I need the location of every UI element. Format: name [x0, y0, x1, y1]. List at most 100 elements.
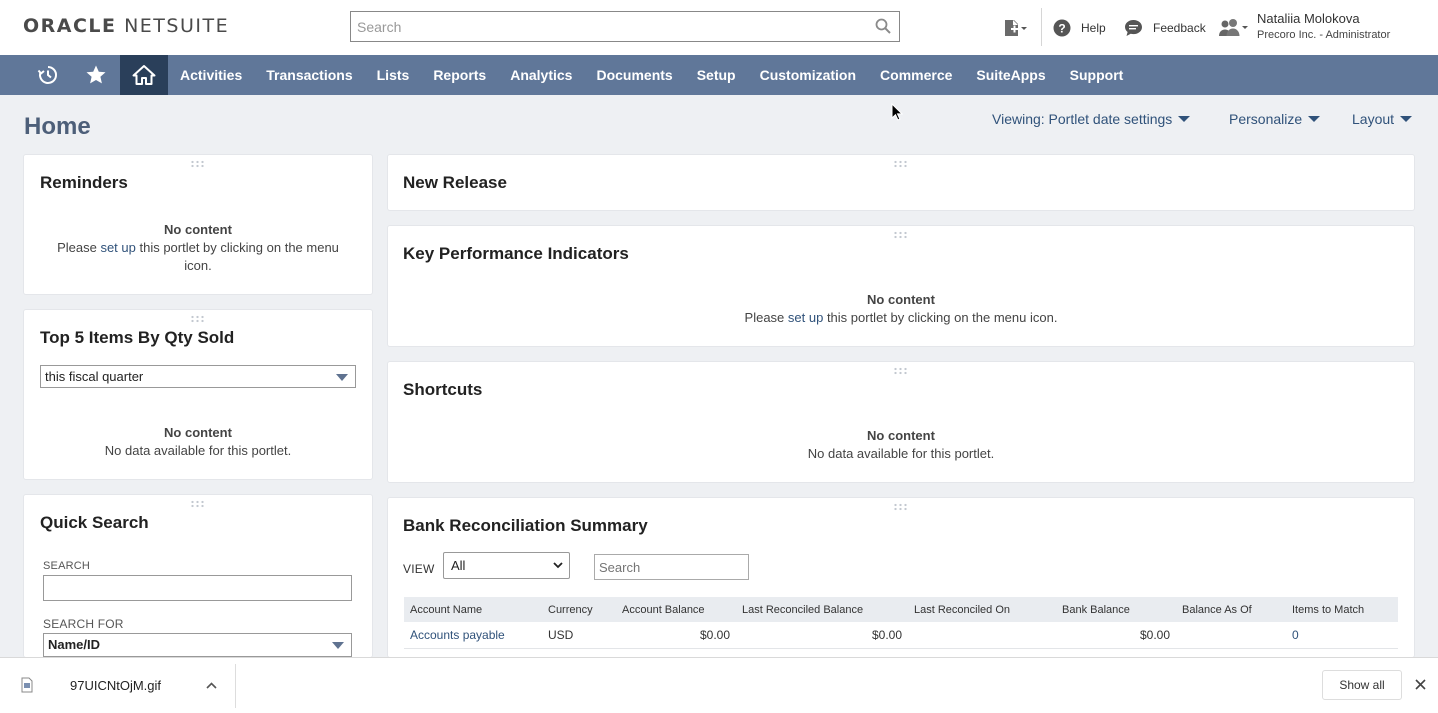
feedback-icon: [1125, 19, 1142, 36]
col-bank-balance[interactable]: Bank Balance: [1056, 597, 1176, 622]
chevron-down-icon: [1308, 116, 1321, 122]
reminders-portlet: Reminders No content Please set up this …: [24, 155, 372, 294]
nav-menu: Activities Transactions Lists Reports An…: [168, 55, 1135, 95]
shortcuts-portlet: Shortcuts No content No data available f…: [388, 362, 1414, 482]
recent-records-icon[interactable]: [24, 55, 72, 95]
items-to-match-link[interactable]: 0: [1292, 628, 1299, 642]
new-release-portlet: New Release: [388, 155, 1414, 210]
global-search-box[interactable]: [350, 11, 900, 42]
header-divider: [1041, 8, 1042, 46]
col-account-name[interactable]: Account Name: [404, 597, 542, 622]
layout-dropdown[interactable]: Layout: [1352, 111, 1413, 127]
nav-item-setup[interactable]: Setup: [685, 67, 748, 83]
bank-search-input[interactable]: [594, 554, 749, 580]
main-nav: Activities Transactions Lists Reports An…: [0, 55, 1438, 95]
nav-item-documents[interactable]: Documents: [584, 67, 684, 83]
nav-item-suiteapps[interactable]: SuiteApps: [964, 67, 1057, 83]
cell-currency: USD: [542, 622, 616, 649]
col-last-reconciled-balance[interactable]: Last Reconciled Balance: [736, 597, 908, 622]
portlet-title: Reminders: [40, 173, 128, 192]
period-select-value: this fiscal quarter: [45, 369, 144, 384]
viewing-label: Viewing: Portlet date settings: [992, 111, 1173, 127]
col-items-to-match[interactable]: Items to Match: [1286, 597, 1398, 622]
user-menu[interactable]: Nataliia Molokova Precoro Inc. - Adminis…: [1257, 11, 1390, 43]
netsuite-logo[interactable]: ORACLE NETSUITE: [23, 15, 229, 37]
bank-reconciliation-table: Account Name Currency Account Balance La…: [404, 597, 1398, 649]
view-select[interactable]: All: [443, 552, 570, 579]
nav-item-support[interactable]: Support: [1058, 67, 1136, 83]
drag-handle-icon[interactable]: [893, 160, 909, 168]
nav-item-activities[interactable]: Activities: [168, 67, 254, 83]
portlet-title: Key Performance Indicators: [403, 244, 629, 263]
page-title: Home: [24, 113, 91, 140]
viewing-dropdown[interactable]: Viewing: Portlet date settings: [992, 111, 1191, 127]
global-search-input[interactable]: [351, 12, 851, 41]
table-header-row: Account Name Currency Account Balance La…: [404, 597, 1398, 622]
col-last-reconciled-on[interactable]: Last Reconciled On: [908, 597, 1056, 622]
drag-handle-icon[interactable]: [893, 503, 909, 511]
help-link[interactable]: ? Help: [1053, 0, 1106, 55]
col-account-balance[interactable]: Account Balance: [616, 597, 736, 622]
feedback-label: Feedback: [1153, 20, 1206, 35]
drag-handle-icon[interactable]: [190, 500, 206, 508]
empty-message: No content Please set up this portlet by…: [744, 292, 1058, 325]
top5-items-portlet: Top 5 Items By Qty Sold this fiscal quar…: [24, 310, 372, 479]
roles-icon[interactable]: [1218, 0, 1250, 55]
nav-item-customization[interactable]: Customization: [748, 67, 868, 83]
close-icon[interactable]: [1415, 679, 1426, 690]
quick-search-portlet: Quick Search SEARCH SEARCH FOR Name/ID: [24, 495, 372, 657]
download-file-name[interactable]: 97UICNtOjM.gif: [70, 678, 161, 693]
empty-message: No content Please set up this portlet by…: [57, 222, 339, 273]
personalize-dropdown[interactable]: Personalize: [1229, 111, 1321, 127]
svg-text:?: ?: [1058, 21, 1065, 35]
period-select[interactable]: this fiscal quarter: [40, 365, 356, 388]
set-up-link[interactable]: set up: [788, 310, 823, 325]
search-field-label: SEARCH: [43, 560, 91, 572]
account-link[interactable]: Accounts payable: [410, 628, 505, 642]
help-label: Help: [1081, 20, 1106, 35]
col-balance-as-of[interactable]: Balance As Of: [1176, 597, 1286, 622]
cell-last-reconciled-balance: $0.00: [736, 622, 908, 649]
create-new-icon[interactable]: [1003, 0, 1029, 55]
search-icon[interactable]: [875, 18, 891, 37]
table-row: Accounts payable USD $0.00 $0.00 $0.00 0: [404, 622, 1398, 649]
view-label: VIEW: [403, 562, 435, 576]
col-currency[interactable]: Currency: [542, 597, 616, 622]
set-up-link[interactable]: set up: [100, 240, 135, 255]
cell-balance-as-of: [1176, 622, 1286, 649]
chevron-down-icon: [1400, 116, 1413, 122]
personalize-label: Personalize: [1229, 111, 1303, 127]
drag-handle-icon[interactable]: [893, 231, 909, 239]
drag-handle-icon[interactable]: [190, 315, 206, 323]
empty-message: No content No data available for this po…: [807, 428, 995, 461]
show-all-button[interactable]: Show all: [1322, 670, 1402, 700]
search-for-label: SEARCH FOR: [43, 617, 124, 631]
search-for-value: Name/ID: [48, 637, 101, 652]
nav-item-lists[interactable]: Lists: [365, 67, 422, 83]
drag-handle-icon[interactable]: [190, 160, 206, 168]
chevron-down-icon: [1178, 116, 1191, 122]
portlet-title: New Release: [403, 173, 507, 192]
download-bar: 97UICNtOjM.gif Show all: [0, 657, 1438, 713]
quick-search-input[interactable]: [43, 575, 352, 601]
home-icon[interactable]: [120, 55, 168, 95]
nav-item-transactions[interactable]: Transactions: [254, 67, 364, 83]
mouse-cursor-icon: [891, 103, 903, 121]
cell-bank-balance: $0.00: [1056, 622, 1176, 649]
top-header: ORACLE NETSUITE ? Help Feedback Nataliia…: [0, 0, 1438, 55]
dropdown-arrow-icon: [332, 642, 344, 649]
empty-message: No content No data available for this po…: [104, 425, 292, 458]
feedback-link[interactable]: Feedback: [1124, 0, 1206, 55]
kpi-portlet: Key Performance Indicators No content Pl…: [388, 226, 1414, 346]
download-divider: [235, 664, 236, 708]
nav-item-analytics[interactable]: Analytics: [498, 67, 584, 83]
favorites-star-icon[interactable]: [72, 55, 120, 95]
search-for-select[interactable]: Name/ID: [43, 633, 352, 657]
portlet-title: Bank Reconciliation Summary: [403, 516, 648, 535]
nav-item-reports[interactable]: Reports: [421, 67, 498, 83]
drag-handle-icon[interactable]: [893, 367, 909, 375]
nav-item-commerce[interactable]: Commerce: [868, 67, 964, 83]
view-select-value: All: [451, 558, 466, 573]
portlet-title: Shortcuts: [403, 380, 483, 399]
chevron-up-icon[interactable]: [206, 682, 217, 689]
